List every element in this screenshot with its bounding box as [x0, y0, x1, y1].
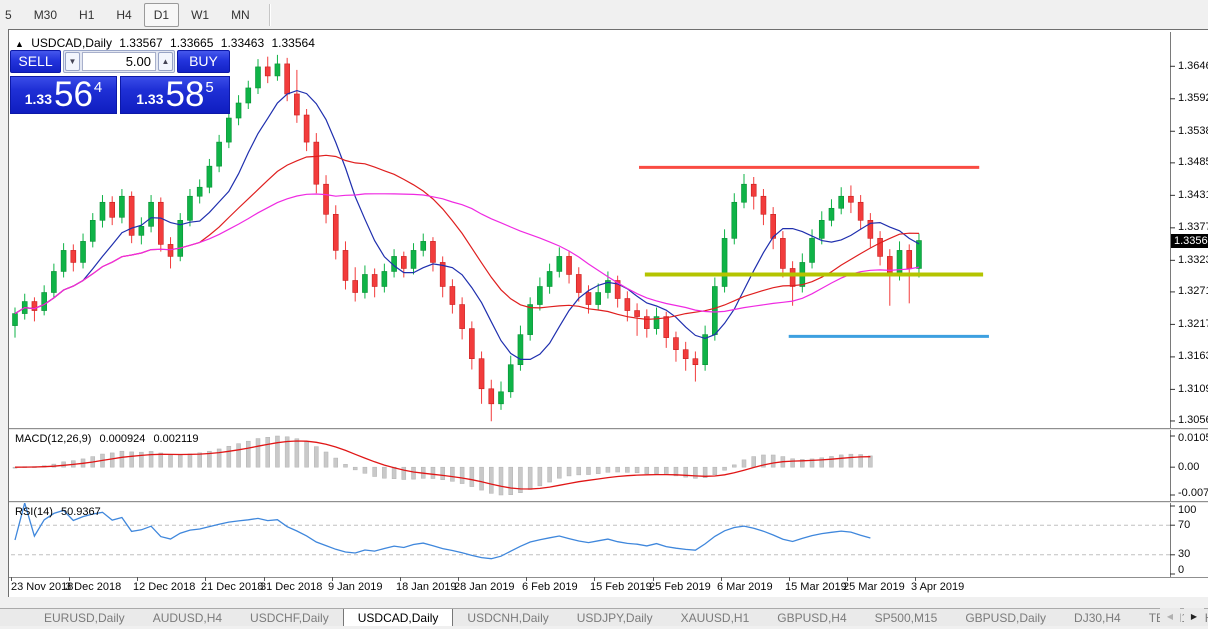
date-tick-label: 3 Dec 2018 [65, 581, 121, 593]
price-tick-label: 1.34315 [1178, 189, 1208, 201]
tab-eurusd-daily[interactable]: EURUSD,Daily [30, 609, 139, 627]
chart-window: ▲ USDCAD,Daily 1.33567 1.33665 1.33463 1… [8, 29, 1208, 599]
timeframe-button-mn[interactable]: MN [221, 3, 260, 27]
timeframe-button-5[interactable]: 5 [2, 3, 22, 27]
tab-scroll-left-icon[interactable]: ◀ [1160, 608, 1180, 626]
tab-usdchf-daily[interactable]: USDCHF,Daily [236, 609, 343, 627]
rsi-pane-canvas[interactable] [10, 503, 1208, 577]
date-tick-label: 9 Jan 2019 [328, 581, 382, 593]
sell-price-box[interactable]: 1.33 56 4 [10, 76, 117, 114]
sell-button[interactable]: SELL [10, 50, 61, 73]
date-tick-label: 25 Feb 2019 [649, 581, 711, 593]
rsi-axis-label: 30 [1178, 548, 1190, 560]
timeframe-button-m30[interactable]: M30 [24, 3, 67, 27]
price-tick-label: 1.36460 [1178, 60, 1208, 72]
buy-price-box[interactable]: 1.33 58 5 [120, 76, 230, 114]
rsi-axis-label: 0 [1178, 564, 1184, 576]
macd-indicator-label: MACD(12,26,9) 0.000924 0.002119 [15, 433, 204, 445]
date-tick-label: 31 Dec 2018 [260, 581, 322, 593]
timeframe-button-h4[interactable]: H4 [106, 3, 141, 27]
macd-value-signal: 0.002119 [153, 433, 198, 445]
price-tick-label: 1.31090 [1178, 383, 1208, 395]
price-tick-label: 1.31630 [1178, 350, 1208, 362]
tab-dj30-h4[interactable]: DJ30,H4 [1060, 609, 1135, 627]
volume-increase-icon[interactable]: ▲ [158, 52, 173, 71]
date-tick-label: 25 Mar 2019 [843, 581, 905, 593]
rsi-axis-label: 70 [1178, 519, 1190, 531]
tab-gbpusd-h4[interactable]: GBPUSD,H4 [763, 609, 860, 627]
timeframe-button-d1[interactable]: D1 [144, 3, 179, 27]
sell-price-pip: 4 [94, 79, 102, 96]
tab-audusd-h4[interactable]: AUDUSD,H4 [139, 609, 236, 627]
timeframe-toolbar: 5M30H1H4D1W1MN [0, 0, 1208, 29]
chart-ohlc-header: ▲ USDCAD,Daily 1.33567 1.33665 1.33463 1… [15, 36, 319, 50]
timeframe-button-w1[interactable]: W1 [181, 3, 219, 27]
buy-button[interactable]: BUY [177, 50, 230, 73]
ohlc-high: 1.33665 [170, 36, 213, 50]
price-tick-label: 1.32710 [1178, 285, 1208, 297]
ohlc-low: 1.33463 [221, 36, 264, 50]
ohlc-close: 1.33564 [272, 36, 315, 50]
timeframe-button-h1[interactable]: H1 [69, 3, 104, 27]
tab-xauusd-h1[interactable]: XAUUSD,H1 [667, 609, 764, 627]
date-tick-label: 21 Dec 2018 [201, 581, 263, 593]
date-tick-label: 3 Apr 2019 [911, 581, 964, 593]
rsi-indicator-label: RSI(14) 50.9367 [15, 506, 106, 518]
tab-sp500-m15[interactable]: SP500,M15 [861, 609, 952, 627]
price-tick-label: 1.33235 [1178, 254, 1208, 266]
current-price-badge: 1.33564 [1171, 234, 1208, 248]
macd-axis-zero: 0.00 [1178, 461, 1199, 473]
price-tick-label: 1.35380 [1178, 125, 1208, 137]
tab-usdcad-daily[interactable]: USDCAD,Daily [343, 608, 454, 627]
rsi-value: 50.9367 [61, 506, 101, 518]
price-tick-label: 1.33775 [1178, 221, 1208, 233]
sell-price-prefix: 1.33 [25, 91, 52, 107]
date-tick-label: 6 Feb 2019 [522, 581, 578, 593]
volume-input[interactable] [82, 52, 156, 71]
one-click-trading-panel: SELL ▼ ▲ BUY 1.33 56 4 1.33 58 5 [10, 50, 230, 116]
volume-stepper: ▼ ▲ [63, 50, 175, 73]
macd-value-main: 0.000924 [99, 433, 145, 445]
price-tick-label: 1.34855 [1178, 156, 1208, 168]
toolbar-separator [269, 4, 271, 26]
tab-gbpusd-daily[interactable]: GBPUSD,Daily [951, 609, 1060, 627]
tab-scroll-right-icon[interactable]: ▶ [1184, 608, 1204, 626]
price-tick-label: 1.35920 [1178, 92, 1208, 104]
sell-price-main: 56 [54, 80, 93, 110]
macd-name: MACD(12,26,9) [15, 433, 91, 445]
ohlc-open: 1.33567 [119, 36, 162, 50]
macd-axis-max: 0.010525 [1178, 432, 1208, 444]
date-tick-label: 15 Mar 2019 [785, 581, 847, 593]
date-tick-label: 6 Mar 2019 [717, 581, 773, 593]
price-tick-label: 1.32170 [1178, 318, 1208, 330]
chart-tab-bar: EURUSD,DailyAUDUSD,H4USDCHF,DailyUSDCAD,… [0, 608, 1208, 627]
collapse-panel-icon[interactable]: ▲ [15, 39, 24, 49]
rsi-axis-label: 100 [1178, 504, 1196, 516]
chart-title: USDCAD,Daily [31, 36, 112, 50]
buy-price-prefix: 1.33 [136, 91, 163, 107]
date-tick-label: 15 Feb 2019 [590, 581, 652, 593]
buy-price-main: 58 [165, 80, 204, 110]
date-tick-label: 28 Jan 2019 [454, 581, 515, 593]
window-bottom-gap [0, 597, 1208, 608]
date-tick-label: 12 Dec 2018 [133, 581, 195, 593]
tab-usdcnh-daily[interactable]: USDCNH,Daily [453, 609, 562, 627]
price-tick-label: 1.30565 [1178, 414, 1208, 426]
date-tick-label: 18 Jan 2019 [396, 581, 457, 593]
rsi-name: RSI(14) [15, 506, 53, 518]
buy-price-pip: 5 [205, 79, 213, 96]
macd-axis-min: -0.0073 [1178, 487, 1208, 499]
tab-usdjpy-daily[interactable]: USDJPY,Daily [563, 609, 667, 627]
volume-decrease-icon[interactable]: ▼ [65, 52, 80, 71]
